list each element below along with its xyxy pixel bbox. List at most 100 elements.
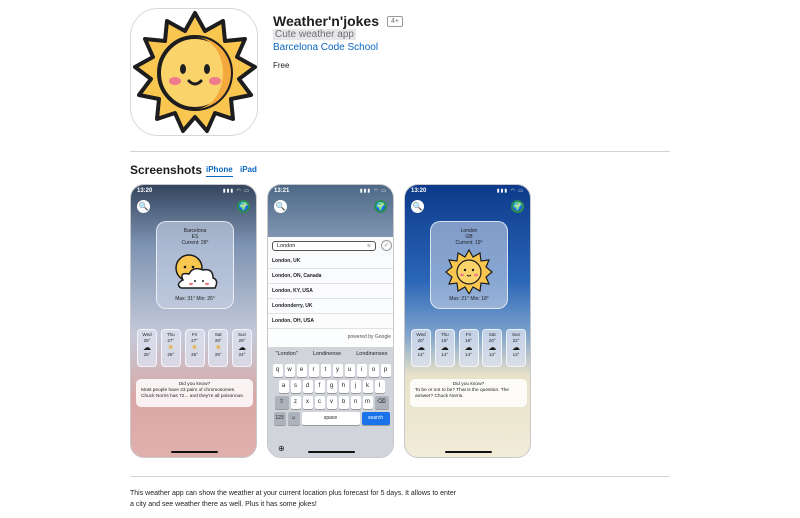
suggestion[interactable]: Londinenses xyxy=(356,351,387,361)
key[interactable]: g xyxy=(326,380,337,393)
forecast-low: 24° xyxy=(238,352,246,357)
search-key[interactable]: search xyxy=(361,412,390,425)
key[interactable]: h xyxy=(338,380,349,393)
key[interactable]: r xyxy=(308,364,319,377)
status-time: 13:21 xyxy=(274,188,290,194)
emoji-key-icon[interactable]: ☺ xyxy=(287,412,300,425)
sun-icon: ☀ xyxy=(167,343,175,352)
suggestion[interactable]: Londinense xyxy=(313,351,341,361)
backspace-key-icon[interactable]: ⌫ xyxy=(374,396,389,409)
suggestion[interactable]: "London" xyxy=(276,351,298,361)
key[interactable]: s xyxy=(290,380,301,393)
tab-iphone[interactable]: iPhone xyxy=(206,165,233,177)
section-divider xyxy=(130,476,670,477)
suggestion-bar: "London" Londinense Londinenses xyxy=(268,347,393,361)
forecast-low: 14° xyxy=(465,352,472,357)
tab-ipad[interactable]: iPad xyxy=(240,165,257,176)
forecast-low: 13° xyxy=(488,352,496,357)
current-temp: Current: 19° xyxy=(455,240,483,246)
key[interactable]: x xyxy=(302,396,313,409)
key[interactable]: z xyxy=(290,396,301,409)
current-temp: Current: 28° xyxy=(181,240,209,246)
key-row-3: ⇧ z x c v b n m ⌫ xyxy=(268,396,393,409)
key[interactable]: d xyxy=(302,380,313,393)
home-indicator xyxy=(308,451,355,453)
powered-by-google: powered by Google xyxy=(347,334,391,340)
home-indicator xyxy=(445,451,492,453)
search-result[interactable]: London, ON, Canada xyxy=(268,269,393,284)
key[interactable]: j xyxy=(350,380,361,393)
search-input-value: London xyxy=(277,243,296,249)
key[interactable]: f xyxy=(314,380,325,393)
key[interactable]: l xyxy=(374,380,385,393)
key[interactable]: k xyxy=(362,380,373,393)
price-label: Free xyxy=(273,61,290,70)
description-line: This weather app can show the weather at… xyxy=(130,490,457,497)
space-key[interactable]: space xyxy=(301,412,360,425)
forecast-day: Sun 22° ☁ 13° xyxy=(506,329,526,367)
forecast-day: Thu 27° ☀ 26° xyxy=(160,329,181,367)
key[interactable]: m xyxy=(362,396,373,409)
rain-cloud-icon: ☁ xyxy=(440,343,449,352)
search-result[interactable]: London, OH, USA xyxy=(268,314,393,329)
min-max-temp: Max: 21° Min: 18° xyxy=(449,296,489,302)
key[interactable]: o xyxy=(368,364,379,377)
joke-card: Did you know? Most people have 23 pairs … xyxy=(136,379,253,407)
min-max-temp: Max: 31° Min: 26° xyxy=(175,296,215,302)
sun-icon: ☀ xyxy=(214,343,222,352)
search-result[interactable]: London, KY, USA xyxy=(268,284,393,299)
app-description: This weather app can show the weather at… xyxy=(130,488,510,510)
confirm-check-icon[interactable]: ✓ xyxy=(381,240,392,251)
home-indicator xyxy=(171,451,218,453)
screenshot-barcelona[interactable]: 13:20 ▮▮▮ ◠ ▭ 🔍 🌍 Barcelona ES Current: … xyxy=(130,184,257,458)
city-search-input[interactable]: London ⊗ xyxy=(272,241,376,251)
forecast-day: Fri 19° ☁ 14° xyxy=(458,329,479,367)
search-panel: London ⊗ ✓ London, UK London, ON, Canada… xyxy=(268,237,393,347)
shift-key-icon[interactable]: ⇧ xyxy=(274,396,289,409)
search-result[interactable]: London, UK xyxy=(268,254,393,269)
clear-icon[interactable]: ⊗ xyxy=(367,242,371,250)
key[interactable]: q xyxy=(272,364,283,377)
screenshot-search[interactable]: 13:21 ▮▮▮ ◠ ▭ 🔍 🌍 London ⊗ ✓ London, UK … xyxy=(267,184,394,458)
forecast-low: 25° xyxy=(143,352,151,357)
key[interactable]: c xyxy=(314,396,325,409)
search-city-icon: 🔍 xyxy=(274,200,287,213)
numbers-key[interactable]: 123 xyxy=(273,412,286,425)
forecast-day: Wed 20° ☁ 14° xyxy=(411,329,431,367)
developer-link[interactable]: Barcelona Code School xyxy=(273,42,378,53)
search-city-icon: 🔍 xyxy=(137,200,150,213)
forecast-low: 13° xyxy=(512,352,520,357)
screenshot-london[interactable]: 13:20 ▮▮▮ ◠ ▭ 🔍 🌍 London GB Current: 19°… xyxy=(404,184,531,458)
forecast-low: 14° xyxy=(417,352,425,357)
forecast-day: Sat 28° ☀ 25° xyxy=(208,329,229,367)
key[interactable]: n xyxy=(350,396,361,409)
rain-cloud-icon: ☁ xyxy=(238,343,246,352)
joke-text: Most people have 23 pairs of chromosomes… xyxy=(141,387,245,399)
forecast-day: Sun 29° ☁ 24° xyxy=(232,329,252,367)
rain-cloud-icon: ☁ xyxy=(512,343,520,352)
description-line: a city and see weather there as well. Pl… xyxy=(130,501,317,508)
age-rating-badge: 4+ xyxy=(387,15,403,27)
globe-icon: 🌍 xyxy=(374,200,387,213)
app-icon xyxy=(130,8,258,136)
key[interactable]: w xyxy=(284,364,295,377)
key[interactable]: p xyxy=(380,364,391,377)
globe-key-icon[interactable]: ⊕ xyxy=(278,444,285,453)
rain-cloud-icon: ☁ xyxy=(143,343,151,352)
forecast-low: 26° xyxy=(167,352,175,357)
key[interactable]: e xyxy=(296,364,307,377)
search-result[interactable]: Londonderry, UK xyxy=(268,299,393,314)
key[interactable]: b xyxy=(338,396,349,409)
key-row-2: a s d f g h j k l xyxy=(268,380,393,393)
status-icons: ▮▮▮ ◠ ▭ xyxy=(496,188,524,194)
keyboard: "London" Londinense Londinenses q w e r … xyxy=(268,347,393,457)
key[interactable]: a xyxy=(278,380,289,393)
globe-icon: 🌍 xyxy=(511,200,524,213)
key[interactable]: v xyxy=(326,396,337,409)
key[interactable]: y xyxy=(332,364,343,377)
key[interactable]: t xyxy=(320,364,331,377)
key[interactable]: u xyxy=(344,364,355,377)
app-title-text: Weather'n'jokes xyxy=(273,13,379,29)
rain-cloud-icon: ☁ xyxy=(417,343,425,352)
key[interactable]: i xyxy=(356,364,367,377)
